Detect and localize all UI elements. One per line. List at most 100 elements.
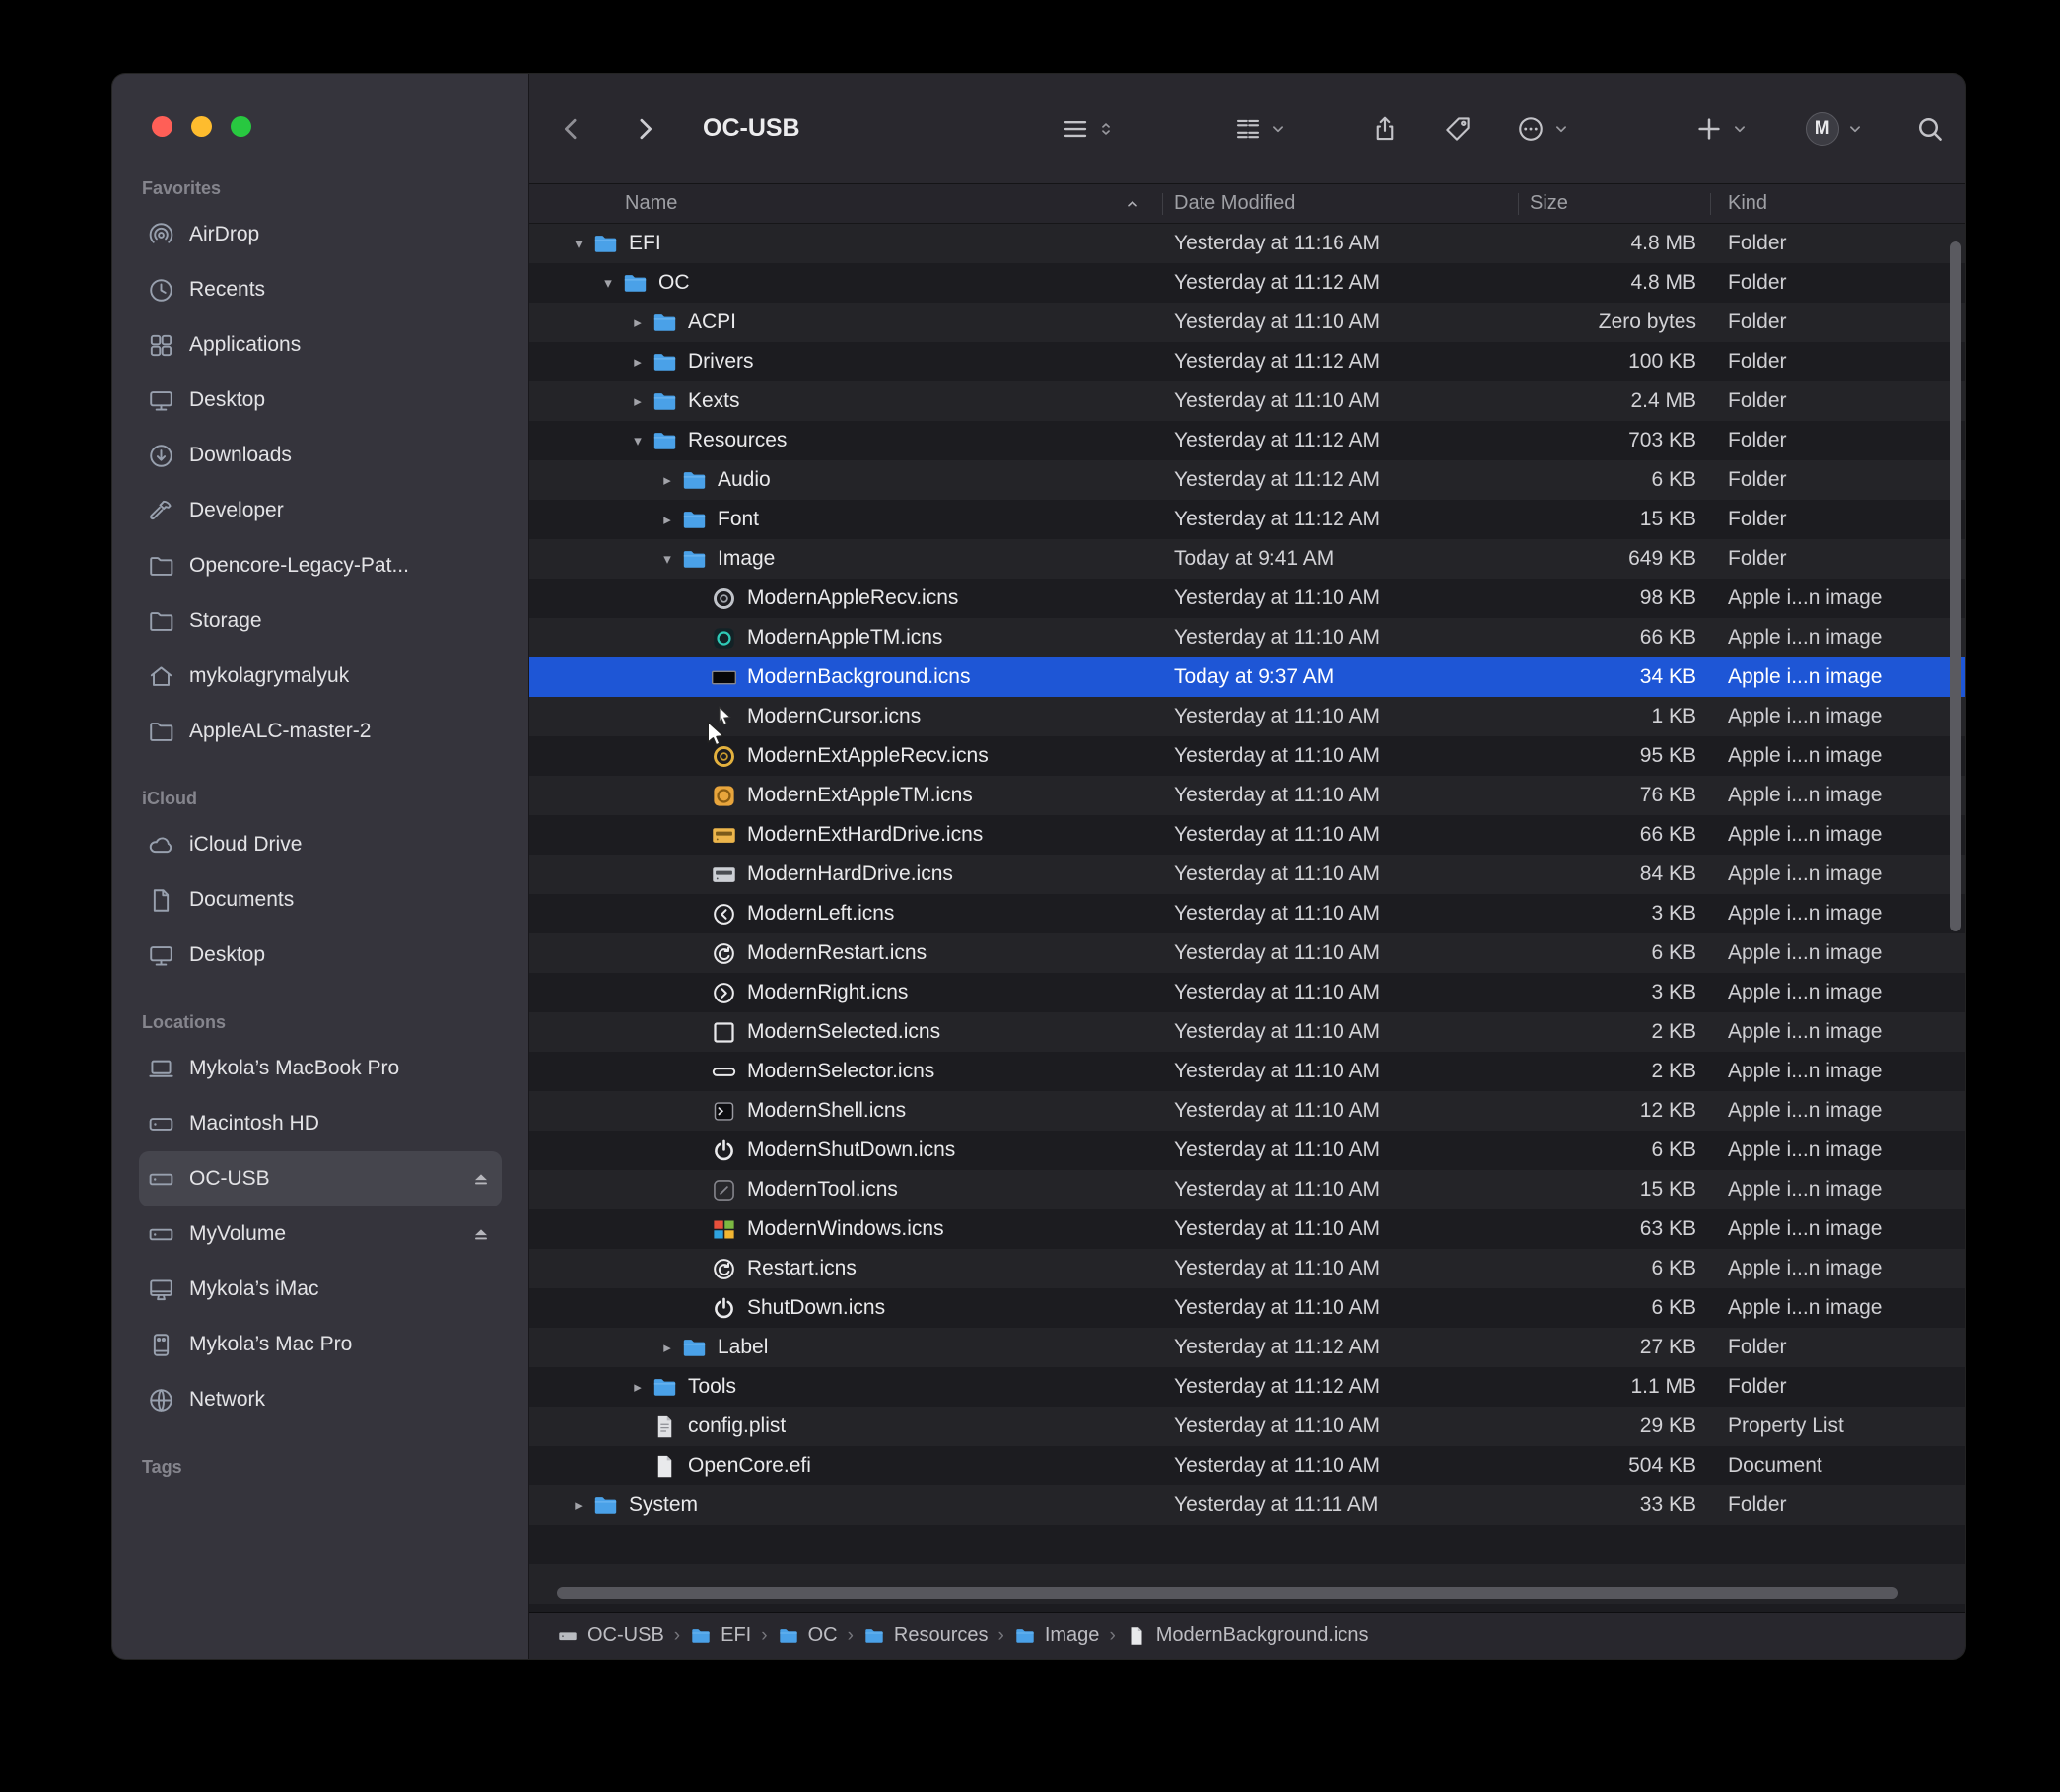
path-item-oc-usb[interactable]: OC-USB (557, 1624, 664, 1647)
more-options-button[interactable] (1516, 114, 1570, 144)
path-item-modernbackground-icns[interactable]: ModernBackground.icns (1126, 1624, 1369, 1647)
file-row-modernwindows-icns[interactable]: ModernWindows.icnsYesterday at 11:10 AM6… (529, 1209, 1965, 1249)
column-header-name[interactable]: Name (529, 184, 1162, 223)
eject-icon[interactable] (470, 1168, 492, 1190)
file-row-modernappletm-icns[interactable]: ModernAppleTM.icnsYesterday at 11:10 AM6… (529, 618, 1965, 657)
file-row-resources[interactable]: ▾ResourcesYesterday at 11:12 AM703 KBFol… (529, 421, 1965, 460)
sidebar-item-storage[interactable]: Storage (139, 593, 502, 649)
vertical-scrollbar[interactable] (1950, 241, 1961, 931)
path-item-efi[interactable]: EFI (690, 1624, 751, 1647)
sidebar-item-icloud-drive[interactable]: iCloud Drive (139, 817, 502, 872)
path-item-image[interactable]: Image (1014, 1624, 1100, 1647)
name-cell: ▸System (529, 1485, 1162, 1525)
file-row-restart-icns[interactable]: Restart.icnsYesterday at 11:10 AM6 KBApp… (529, 1249, 1965, 1288)
file-row-modernrestart-icns[interactable]: ModernRestart.icnsYesterday at 11:10 AM6… (529, 933, 1965, 973)
disclosure-triangle[interactable]: ▸ (653, 473, 681, 488)
file-row-audio[interactable]: ▸AudioYesterday at 11:12 AM6 KBFolder (529, 460, 1965, 500)
sidebar: FavoritesAirDropRecentsApplicationsDeskt… (112, 74, 529, 1659)
disclosure-triangle[interactable]: ▸ (565, 1498, 592, 1513)
file-row-modernextharddrive-icns[interactable]: ModernExtHardDrive.icnsYesterday at 11:1… (529, 815, 1965, 855)
file-row-font[interactable]: ▸FontYesterday at 11:12 AM15 KBFolder (529, 500, 1965, 539)
sidebar-item-mykola-s-imac[interactable]: Mykola’s iMac (139, 1262, 502, 1317)
disclosure-triangle[interactable]: ▸ (624, 1380, 652, 1395)
sidebar-item-mykola-s-macbook-pro[interactable]: Mykola’s MacBook Pro (139, 1041, 502, 1096)
file-row-modernbackground-icns[interactable]: ModernBackground.icnsToday at 9:37 AM34 … (529, 657, 1965, 697)
sidebar-item-mykolagrymalyuk[interactable]: mykolagrymalyuk (139, 649, 502, 704)
path-item-oc[interactable]: OC (778, 1624, 838, 1647)
add-button[interactable] (1694, 114, 1749, 144)
file-row-moderntool-icns[interactable]: ModernTool.icnsYesterday at 11:10 AM15 K… (529, 1170, 1965, 1209)
sidebar-item-recents[interactable]: Recents (139, 262, 502, 317)
file-row-modernright-icns[interactable]: ModernRight.icnsYesterday at 11:10 AM3 K… (529, 973, 1965, 1012)
disclosure-triangle[interactable]: ▸ (653, 513, 681, 527)
sidebar-item-applications[interactable]: Applications (139, 317, 502, 373)
sidebar-item-downloads[interactable]: Downloads (139, 428, 502, 483)
disclosure-triangle[interactable]: ▾ (624, 434, 652, 448)
clock-icon (147, 276, 175, 305)
sidebar-item-applealc-master-2[interactable]: AppleALC-master-2 (139, 704, 502, 759)
account-menu-button[interactable]: M (1806, 112, 1864, 146)
eject-icon[interactable] (470, 1223, 492, 1245)
file-kind: Folder (1710, 381, 1965, 421)
sidebar-item-oc-usb[interactable]: OC-USB (139, 1151, 502, 1206)
sidebar-item-airdrop[interactable]: AirDrop (139, 207, 502, 262)
file-row-modernextappletm-icns[interactable]: ModernExtAppleTM.icnsYesterday at 11:10 … (529, 776, 1965, 815)
file-row-label[interactable]: ▸LabelYesterday at 11:12 AM27 KBFolder (529, 1328, 1965, 1367)
disclosure-triangle[interactable]: ▸ (653, 1341, 681, 1355)
file-row-drivers[interactable]: ▸DriversYesterday at 11:12 AM100 KBFolde… (529, 342, 1965, 381)
disclosure-triangle[interactable]: ▾ (565, 237, 592, 251)
file-row-opencore-efi[interactable]: OpenCore.efiYesterday at 11:10 AM504 KBD… (529, 1446, 1965, 1485)
file-row-modernapplerecv-icns[interactable]: ModernAppleRecv.icnsYesterday at 11:10 A… (529, 579, 1965, 618)
view-mode-button[interactable] (1061, 114, 1115, 144)
file-row-modernshutdown-icns[interactable]: ModernShutDown.icnsYesterday at 11:10 AM… (529, 1131, 1965, 1170)
file-row-config-plist[interactable]: config.plistYesterday at 11:10 AM29 KBPr… (529, 1407, 1965, 1446)
sidebar-item-developer[interactable]: Developer (139, 483, 502, 538)
path-bar: OC-USB›EFI›OC›Resources›Image›ModernBack… (529, 1612, 1965, 1659)
file-row-acpi[interactable]: ▸ACPIYesterday at 11:10 AMZero bytesFold… (529, 303, 1965, 342)
horizontal-scrollbar[interactable] (557, 1587, 1898, 1599)
forward-button[interactable] (630, 114, 659, 144)
file-row-modernshell-icns[interactable]: ModernShell.icnsYesterday at 11:10 AM12 … (529, 1091, 1965, 1131)
file-row-tools[interactable]: ▸ToolsYesterday at 11:12 AM1.1 MBFolder (529, 1367, 1965, 1407)
close-button[interactable] (152, 116, 172, 137)
sidebar-item-myvolume[interactable]: MyVolume (139, 1206, 502, 1262)
file-row-image[interactable]: ▾ImageToday at 9:41 AM649 KBFolder (529, 539, 1965, 579)
disclosure-triangle[interactable]: ▸ (624, 355, 652, 370)
file-row-shutdown-icns[interactable]: ShutDown.icnsYesterday at 11:10 AM6 KBAp… (529, 1288, 1965, 1328)
minimize-button[interactable] (191, 116, 212, 137)
column-header-kind[interactable]: Kind (1710, 184, 1965, 223)
file-row-modernharddrive-icns[interactable]: ModernHardDrive.icnsYesterday at 11:10 A… (529, 855, 1965, 894)
file-row-modernleft-icns[interactable]: ModernLeft.icnsYesterday at 11:10 AM3 KB… (529, 894, 1965, 933)
file-row-efi[interactable]: ▾EFIYesterday at 11:16 AM4.8 MBFolder (529, 224, 1965, 263)
sidebar-item-documents[interactable]: Documents (139, 872, 502, 928)
file-row-modernextapplerecv-icns[interactable]: ModernExtAppleRecv.icnsYesterday at 11:1… (529, 736, 1965, 776)
sidebar-item-network[interactable]: Network (139, 1372, 502, 1427)
file-row-kexts[interactable]: ▸KextsYesterday at 11:10 AM2.4 MBFolder (529, 381, 1965, 421)
disclosure-triangle[interactable]: ▾ (653, 552, 681, 567)
file-row-oc[interactable]: ▾OCYesterday at 11:12 AM4.8 MBFolder (529, 263, 1965, 303)
file-row-modernselector-icns[interactable]: ModernSelector.icnsYesterday at 11:10 AM… (529, 1052, 1965, 1091)
search-button[interactable] (1915, 114, 1945, 144)
disclosure-triangle[interactable]: ▾ (594, 276, 622, 291)
file-row-modernselected-icns[interactable]: ModernSelected.icnsYesterday at 11:10 AM… (529, 1012, 1965, 1052)
disclosure-triangle[interactable]: ▸ (624, 315, 652, 330)
sidebar-item-desktop[interactable]: Desktop (139, 373, 502, 428)
column-header-date-modified[interactable]: Date Modified (1162, 184, 1518, 223)
share-button[interactable] (1370, 114, 1400, 144)
sidebar-item-opencore-legacy-pat[interactable]: Opencore-Legacy-Pat... (139, 538, 502, 593)
name-cell: ▸ACPI (529, 303, 1162, 342)
file-row-system[interactable]: ▸SystemYesterday at 11:11 AM33 KBFolder (529, 1485, 1965, 1525)
sidebar-item-mykola-s-mac-pro[interactable]: Mykola’s Mac Pro (139, 1317, 502, 1372)
path-item-resources[interactable]: Resources (863, 1624, 989, 1647)
file-row-moderncursor-icns[interactable]: ModernCursor.icnsYesterday at 11:10 AM1 … (529, 697, 1965, 736)
folder-icon (1014, 1625, 1036, 1647)
tags-button[interactable] (1443, 114, 1473, 144)
column-header-size[interactable]: Size (1518, 184, 1710, 223)
zoom-button[interactable] (231, 116, 251, 137)
date-modified: Yesterday at 11:10 AM (1162, 933, 1518, 973)
sidebar-item-desktop[interactable]: Desktop (139, 928, 502, 983)
sidebar-item-macintosh-hd[interactable]: Macintosh HD (139, 1096, 502, 1151)
group-by-button[interactable] (1233, 114, 1287, 144)
back-button[interactable] (557, 114, 586, 144)
disclosure-triangle[interactable]: ▸ (624, 394, 652, 409)
